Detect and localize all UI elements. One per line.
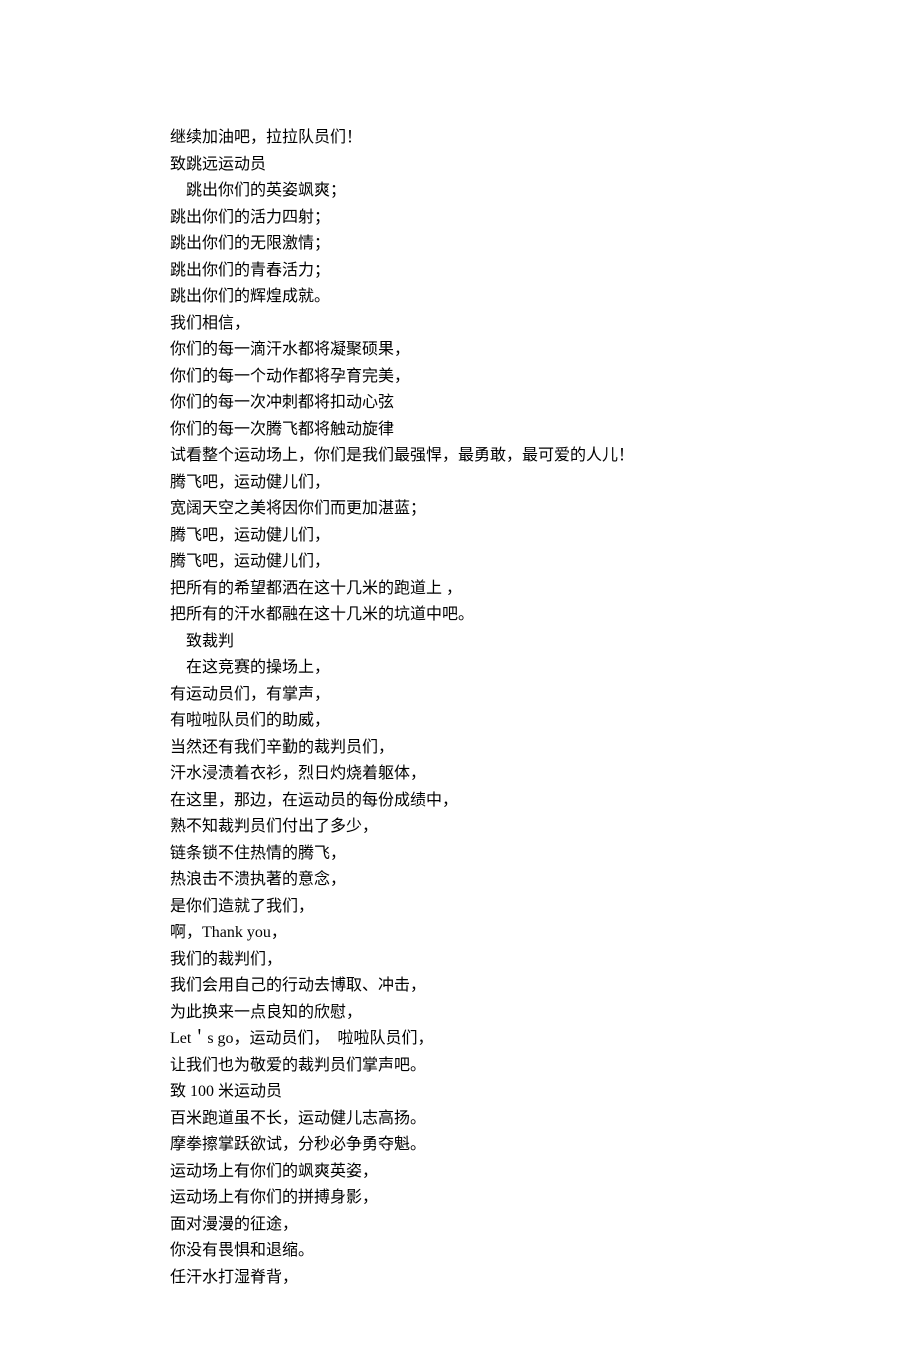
text-line: 我们的裁判们，	[170, 947, 750, 974]
document-page: 继续加油吧，拉拉队员们！致跳远运动员跳出你们的英姿飒爽；跳出你们的活力四射；跳出…	[0, 0, 920, 1351]
text-line: 宽阔天空之美将因你们而更加湛蓝；	[170, 496, 750, 523]
text-line: 任汗水打湿脊背，	[170, 1265, 750, 1292]
text-line: 试看整个运动场上，你们是我们最强悍，最勇敢，最可爱的人儿！	[170, 443, 750, 470]
text-line: 是你们造就了我们，	[170, 894, 750, 921]
text-line: Let＇s go，运动员们， 啦啦队员们，	[170, 1026, 750, 1053]
text-line: 有啦啦队员们的助威，	[170, 708, 750, 735]
text-line: 我们会用自己的行动去博取、冲击，	[170, 973, 750, 1000]
text-line: 致跳远运动员	[170, 152, 750, 179]
text-line: 熟不知裁判员们付出了多少，	[170, 814, 750, 841]
text-line: 把所有的汗水都融在这十几米的坑道中吧。	[170, 602, 750, 629]
text-line: 你们的每一次冲刺都将扣动心弦	[170, 390, 750, 417]
text-line: 把所有的希望都洒在这十几米的跑道上 ，	[170, 576, 750, 603]
text-line: 百米跑道虽不长，运动健儿志高扬。	[170, 1106, 750, 1133]
text-line: 运动场上有你们的飒爽英姿，	[170, 1159, 750, 1186]
text-line: 你们的每一次腾飞都将触动旋律	[170, 417, 750, 444]
text-line: 链条锁不住热情的腾飞，	[170, 841, 750, 868]
text-line: 当然还有我们辛勤的裁判员们，	[170, 735, 750, 762]
text-line: 热浪击不溃执著的意念，	[170, 867, 750, 894]
text-line: 致裁判	[170, 629, 750, 656]
text-line: 有运动员们，有掌声，	[170, 682, 750, 709]
text-line: 运动场上有你们的拼搏身影，	[170, 1185, 750, 1212]
text-line: 让我们也为敬爱的裁判员们掌声吧。	[170, 1053, 750, 1080]
text-line: 啊，Thank you，	[170, 920, 750, 947]
text-line: 为此换来一点良知的欣慰，	[170, 1000, 750, 1027]
text-line: 跳出你们的活力四射；	[170, 205, 750, 232]
text-line: 你们的每一个动作都将孕育完美，	[170, 364, 750, 391]
text-line: 跳出你们的青春活力；	[170, 258, 750, 285]
text-line: 在这竞赛的操场上，	[170, 655, 750, 682]
text-line: 跳出你们的辉煌成就。	[170, 284, 750, 311]
text-line: 致 100 米运动员	[170, 1079, 750, 1106]
text-line: 我们相信，	[170, 311, 750, 338]
text-line: 你没有畏惧和退缩。	[170, 1238, 750, 1265]
text-line: 面对漫漫的征途，	[170, 1212, 750, 1239]
text-line: 跳出你们的无限激情；	[170, 231, 750, 258]
text-line: 摩拳擦掌跃欲试，分秒必争勇夺魁。	[170, 1132, 750, 1159]
text-line: 你们的每一滴汗水都将凝聚硕果，	[170, 337, 750, 364]
text-line: 腾飞吧，运动健儿们，	[170, 549, 750, 576]
text-line: 跳出你们的英姿飒爽；	[170, 178, 750, 205]
text-line: 继续加油吧，拉拉队员们！	[170, 125, 750, 152]
text-line: 在这里，那边，在运动员的每份成绩中，	[170, 788, 750, 815]
text-line: 汗水浸渍着衣衫，烈日灼烧着躯体，	[170, 761, 750, 788]
text-line: 腾飞吧，运动健儿们，	[170, 470, 750, 497]
text-line: 腾飞吧，运动健儿们，	[170, 523, 750, 550]
